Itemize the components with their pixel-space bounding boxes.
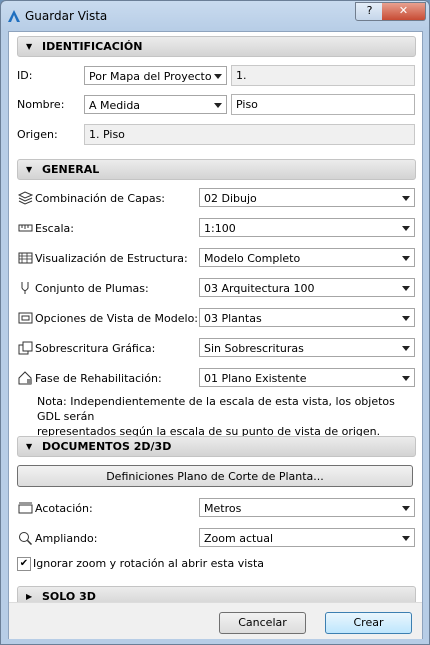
vista-modelo-value: 03 Plantas — [204, 312, 262, 325]
nombre-field[interactable]: Piso — [231, 94, 415, 115]
origen-label: Origen: — [17, 128, 58, 141]
capas-select[interactable]: 02 Dibujo — [199, 188, 415, 207]
chevron-down-icon — [402, 376, 410, 381]
zoom-magnifier-icon — [19, 532, 33, 545]
collapse-triangle-icon: ▼ — [26, 165, 33, 174]
chevron-down-icon — [402, 316, 410, 321]
escala-select[interactable]: 1:100 — [199, 218, 415, 237]
nombre-mode-select[interactable]: A Medida — [84, 95, 227, 114]
sobrescritura-label: Sobrescritura Gráfica: — [35, 342, 156, 355]
renovation-house-icon — [18, 371, 32, 385]
acotacion-value: Metros — [204, 502, 242, 515]
acotacion-select[interactable]: Metros — [199, 498, 415, 517]
chevron-down-icon — [402, 506, 410, 511]
vista-modelo-label: Opciones de Vista de Modelo: — [35, 312, 199, 325]
dialog-content: ▼ IDENTIFICACIÓN ID: Por Mapa del Proyec… — [8, 31, 423, 639]
rehabilitacion-value: 01 Plano Existente — [204, 372, 307, 385]
title-bar[interactable]: Guardar Vista ? ✕ — [1, 1, 429, 31]
collapse-triangle-icon: ▼ — [26, 442, 33, 451]
ampliando-value: Zoom actual — [204, 532, 274, 545]
chevron-down-icon — [402, 286, 410, 291]
chevron-down-icon — [402, 346, 410, 351]
id-field[interactable]: 1. — [231, 65, 415, 86]
estructura-label: Visualización de Estructura: — [35, 252, 188, 265]
nombre-label: Nombre: — [17, 98, 65, 111]
checkmark-icon: ✔ — [19, 558, 29, 569]
plumas-label: Conjunto de Plumas: — [35, 282, 149, 295]
scale-ruler-icon — [18, 224, 33, 232]
cancel-button[interactable]: Cancelar — [219, 612, 306, 634]
plumas-value: 03 Arquitectura 100 — [204, 282, 315, 295]
pen-icon — [21, 282, 29, 294]
vista-modelo-select[interactable]: 03 Plantas — [199, 308, 415, 327]
nombre-mode-value: A Medida — [89, 99, 141, 112]
help-button[interactable]: ? — [355, 2, 384, 21]
rehabilitacion-label: Fase de Rehabilitación: — [35, 372, 162, 385]
ampliando-select[interactable]: Zoom actual — [199, 528, 415, 547]
ignore-zoom-checkbox[interactable]: ✔ — [17, 557, 31, 571]
escala-value: 1:100 — [204, 222, 236, 235]
graphic-override-icon — [18, 341, 33, 355]
escala-label: Escala: — [35, 222, 74, 235]
chevron-down-icon — [214, 74, 222, 79]
scale-note: Nota: Independientemente de la escala de… — [37, 394, 407, 439]
window-title: Guardar Vista — [25, 9, 108, 23]
sobrescritura-value: Sin Sobrescrituras — [204, 342, 304, 355]
acotacion-label: Acotación: — [35, 502, 93, 515]
id-label: ID: — [17, 69, 33, 82]
collapse-triangle-icon: ▼ — [26, 42, 33, 51]
capas-label: Combinación de Capas: — [35, 192, 166, 205]
dialog-footer: Cancelar Crear — [9, 602, 422, 639]
id-mode-select[interactable]: Por Mapa del Proyecto — [84, 66, 227, 85]
chevron-down-icon — [402, 196, 410, 201]
close-button[interactable]: ✕ — [382, 2, 426, 21]
section-title: IDENTIFICACIÓN — [42, 40, 143, 53]
dimension-icon — [18, 502, 33, 514]
floor-plan-cut-plane-button[interactable]: Definiciones Plano de Corte de Planta... — [17, 465, 413, 487]
section-general[interactable]: ▼ GENERAL — [17, 159, 416, 180]
archicad-logo-icon — [8, 10, 20, 22]
section-title: DOCUMENTOS 2D/3D — [42, 440, 172, 453]
estructura-value: Modelo Completo — [204, 252, 301, 265]
chevron-down-icon — [214, 103, 222, 108]
structure-display-icon — [18, 252, 33, 264]
origen-field: 1. Piso — [84, 124, 415, 145]
dialog-window: Guardar Vista ? ✕ ▼ IDENTIFICACIÓN ID: P… — [0, 0, 430, 645]
sobrescritura-select[interactable]: Sin Sobrescrituras — [199, 338, 415, 357]
ignore-zoom-label[interactable]: Ignorar zoom y rotación al abrir esta vi… — [33, 557, 264, 570]
note-line: Nota: Independientemente de la escala de… — [37, 395, 395, 423]
create-button[interactable]: Crear — [325, 612, 412, 634]
model-view-icon — [18, 312, 33, 324]
capas-value: 02 Dibujo — [204, 192, 257, 205]
estructura-select[interactable]: Modelo Completo — [199, 248, 415, 267]
section-documentos[interactable]: ▼ DOCUMENTOS 2D/3D — [17, 436, 416, 457]
ampliando-label: Ampliando: — [35, 532, 98, 545]
layers-icon — [18, 191, 33, 205]
id-mode-value: Por Mapa del Proyecto — [89, 70, 212, 83]
plumas-select[interactable]: 03 Arquitectura 100 — [199, 278, 415, 297]
chevron-down-icon — [402, 256, 410, 261]
chevron-down-icon — [402, 536, 410, 541]
section-identificacion[interactable]: ▼ IDENTIFICACIÓN — [17, 36, 416, 57]
rehabilitacion-select[interactable]: 01 Plano Existente — [199, 368, 415, 387]
section-title: GENERAL — [42, 163, 100, 176]
chevron-down-icon — [402, 226, 410, 231]
